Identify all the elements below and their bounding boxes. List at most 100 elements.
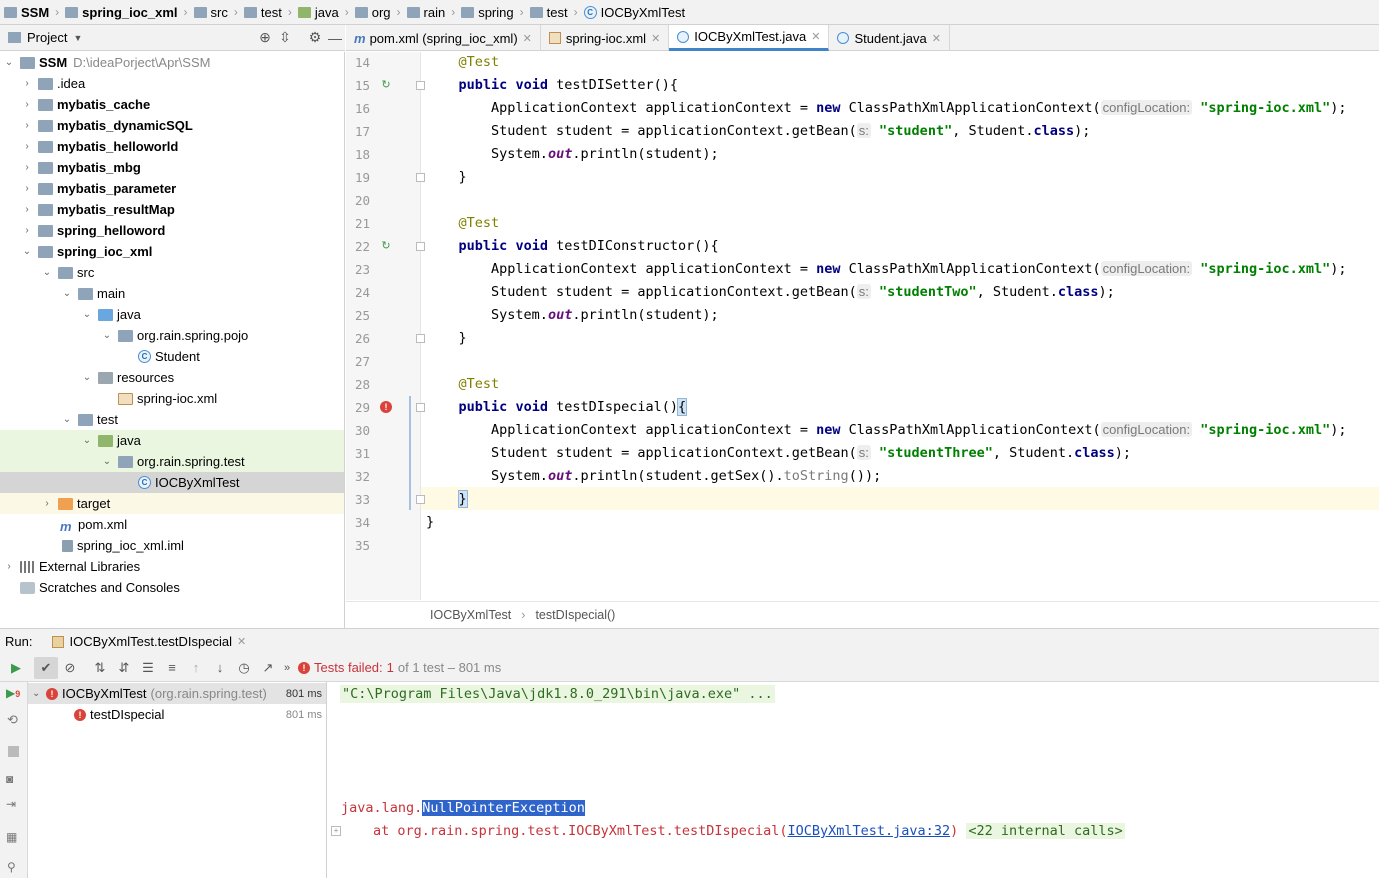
- chevron-down-icon[interactable]: ▼: [73, 33, 82, 43]
- chevron-down-icon[interactable]: ⌄: [80, 309, 94, 320]
- show-ignored-icon[interactable]: ⊘: [58, 657, 82, 679]
- tree-node[interactable]: › spring_helloword: [0, 220, 344, 241]
- tree-node[interactable]: ⌄ java: [0, 430, 344, 451]
- tree-node[interactable]: › .idea: [0, 73, 344, 94]
- fold-marker-icon[interactable]: [416, 242, 425, 251]
- fold-marker-icon[interactable]: [416, 173, 425, 182]
- tree-node[interactable]: ⌄ java: [0, 304, 344, 325]
- tab-pom-xml[interactable]: m pom.xml (spring_ioc_xml) ✕: [346, 25, 541, 51]
- tab-iocbyxmltest-java[interactable]: IOCByXmlTest.java ✕: [669, 25, 830, 51]
- tree-node-selected[interactable]: C IOCByXmlTest: [0, 472, 344, 493]
- chevron-right-icon[interactable]: ›: [20, 162, 34, 173]
- run-test-icon[interactable]: ↻: [379, 239, 393, 253]
- breadcrumb-item[interactable]: rain ›: [406, 5, 462, 20]
- fold-marker-icon[interactable]: [416, 334, 425, 343]
- chevron-right-icon[interactable]: ›: [20, 120, 34, 131]
- breadcrumb-method[interactable]: testDIspecial(): [535, 608, 615, 622]
- chevron-down-icon[interactable]: ⌄: [100, 456, 114, 467]
- breadcrumb-item[interactable]: test ›: [529, 5, 584, 20]
- tree-node[interactable]: ⌄ org.rain.spring.test: [0, 451, 344, 472]
- chevron-right-icon[interactable]: ›: [20, 183, 34, 194]
- sort-alpha-icon[interactable]: ⇅: [88, 657, 112, 679]
- toggle-auto-test-icon[interactable]: ⟲: [7, 712, 18, 728]
- tab-spring-ioc-xml[interactable]: spring-ioc.xml ✕: [541, 25, 670, 51]
- tree-node[interactable]: › mybatis_parameter: [0, 178, 344, 199]
- close-icon[interactable]: ✕: [811, 30, 820, 43]
- layout-icon[interactable]: ▦: [6, 830, 17, 844]
- export-icon[interactable]: ↗: [256, 657, 280, 679]
- rerun-icon[interactable]: ▶: [4, 657, 28, 679]
- chevron-down-icon[interactable]: ⌄: [80, 372, 94, 383]
- tree-node[interactable]: ⌄ resources: [0, 367, 344, 388]
- code-editor[interactable]: 14 15 16 17 18 19 20 21 22 23 24 25 26 27 28 29 30 31 32 33…: [346, 52, 1379, 600]
- tree-node[interactable]: › mybatis_mbg: [0, 157, 344, 178]
- fold-marker-icon[interactable]: [416, 81, 425, 90]
- fold-marker-icon[interactable]: [416, 403, 425, 412]
- chevron-down-icon[interactable]: ⌄: [80, 435, 94, 446]
- run-test-icon[interactable]: ↻: [379, 78, 393, 92]
- exit-icon[interactable]: ⇥: [6, 797, 16, 811]
- tree-node[interactable]: › External Libraries: [0, 556, 344, 577]
- chevron-right-icon[interactable]: ›: [20, 99, 34, 110]
- breadcrumb-item[interactable]: org ›: [354, 5, 407, 20]
- tree-node-root[interactable]: ⌄ SSM D:\ideaPorject\Apr\SSM: [0, 52, 344, 73]
- tree-node[interactable]: › target: [0, 493, 344, 514]
- tree-node[interactable]: m pom.xml: [0, 514, 344, 535]
- chevron-right-icon[interactable]: ›: [20, 141, 34, 152]
- history-icon[interactable]: ◷: [232, 657, 256, 679]
- source-link[interactable]: IOCByXmlTest.java:32: [788, 823, 951, 839]
- tree-node[interactable]: ⌄ test: [0, 409, 344, 430]
- tree-node[interactable]: ⌄ org.rain.spring.pojo: [0, 325, 344, 346]
- fold-marker-icon[interactable]: [416, 495, 425, 504]
- close-icon[interactable]: ✕: [523, 32, 532, 45]
- run-tab[interactable]: IOCByXmlTest.testDIspecial ✕: [52, 634, 246, 649]
- tree-node[interactable]: spring-ioc.xml: [0, 388, 344, 409]
- tree-node[interactable]: › mybatis_resultMap: [0, 199, 344, 220]
- breadcrumb-item[interactable]: SSM ›: [4, 5, 65, 20]
- tree-node[interactable]: › mybatis_cache: [0, 94, 344, 115]
- more-icon[interactable]: »: [280, 657, 294, 679]
- next-failed-icon[interactable]: ↓: [208, 657, 232, 679]
- chevron-down-icon[interactable]: ⌄: [2, 57, 16, 68]
- tree-node[interactable]: › mybatis_dynamicSQL: [0, 115, 344, 136]
- chevron-down-icon[interactable]: ⌄: [60, 414, 74, 425]
- close-icon[interactable]: ✕: [651, 32, 660, 45]
- breadcrumb-item[interactable]: src ›: [193, 5, 244, 20]
- test-failed-icon[interactable]: !: [379, 400, 393, 414]
- console-output[interactable]: "C:\Program Files\Java\jdk1.8.0_291\bin\…: [328, 682, 1379, 878]
- sort-duration-icon[interactable]: ⇵: [112, 657, 136, 679]
- tree-node[interactable]: spring_ioc_xml.iml: [0, 535, 344, 556]
- tab-student-java[interactable]: Student.java ✕: [829, 25, 950, 51]
- locate-icon[interactable]: ⊕: [255, 28, 275, 48]
- tree-node[interactable]: › mybatis_helloworld: [0, 136, 344, 157]
- gear-icon[interactable]: ⚙: [305, 28, 325, 48]
- chevron-down-icon[interactable]: ⌄: [60, 288, 74, 299]
- close-icon[interactable]: ✕: [932, 32, 941, 45]
- chevron-right-icon[interactable]: ›: [2, 561, 16, 572]
- breadcrumb-item[interactable]: C IOCByXmlTest: [583, 5, 685, 20]
- collapse-all-icon[interactable]: ⇳: [275, 28, 295, 48]
- tree-node[interactable]: Scratches and Consoles: [0, 577, 344, 598]
- chevron-down-icon[interactable]: ⌄: [20, 246, 34, 257]
- tree-node[interactable]: ⌄ src: [0, 262, 344, 283]
- pin-icon[interactable]: ⚲: [7, 860, 16, 874]
- test-suite-row[interactable]: ⌄ ! IOCByXmlTest (org.rain.spring.test) …: [28, 683, 326, 704]
- internal-calls-fold[interactable]: <22 internal calls>: [966, 823, 1125, 839]
- test-case-row[interactable]: ! testDIspecial 801 ms: [28, 704, 326, 725]
- close-icon[interactable]: ✕: [237, 635, 246, 648]
- breadcrumb-item[interactable]: spring ›: [461, 5, 529, 20]
- previous-failed-icon[interactable]: ↑: [184, 657, 208, 679]
- chevron-right-icon[interactable]: ›: [20, 204, 34, 215]
- project-view-selector[interactable]: Project: [27, 30, 67, 45]
- chevron-right-icon[interactable]: ›: [20, 78, 34, 89]
- chevron-right-icon[interactable]: ›: [40, 498, 54, 509]
- breadcrumb-item[interactable]: java ›: [297, 5, 355, 20]
- collapse-all-icon[interactable]: ≡: [160, 657, 184, 679]
- chevron-down-icon[interactable]: ⌄: [40, 267, 54, 278]
- expand-icon[interactable]: +: [331, 826, 341, 836]
- chevron-down-icon[interactable]: ⌄: [100, 330, 114, 341]
- stop-icon[interactable]: [8, 746, 19, 757]
- tree-node[interactable]: ⌄ spring_ioc_xml: [0, 241, 344, 262]
- expand-all-icon[interactable]: ☰: [136, 657, 160, 679]
- breadcrumb-class[interactable]: IOCByXmlTest: [430, 608, 511, 622]
